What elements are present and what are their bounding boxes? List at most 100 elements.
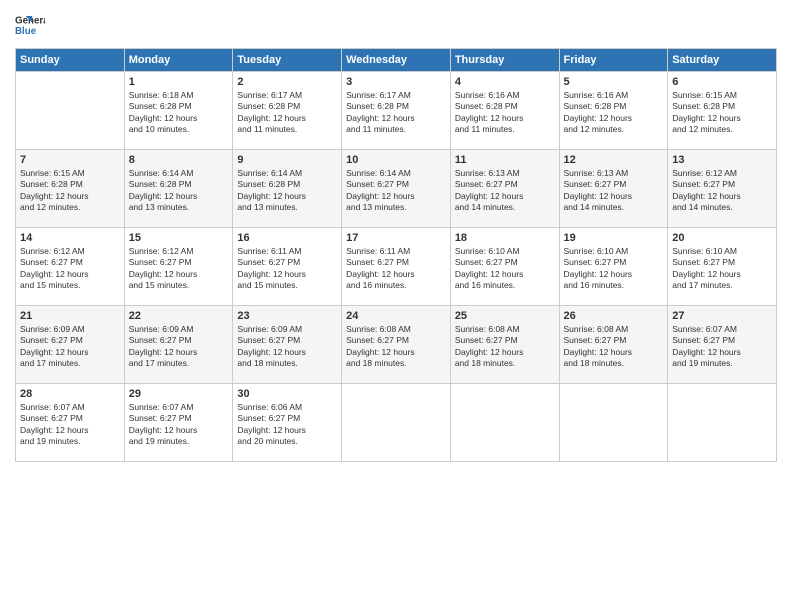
day-number: 5 — [564, 76, 664, 88]
calendar-cell: 23 Sunrise: 6:09 AM Sunset: 6:27 PM Dayli… — [233, 306, 342, 384]
day-info: Sunrise: 6:10 AM Sunset: 6:27 PM Dayligh… — [672, 246, 772, 292]
weekday-header-tuesday: Tuesday — [233, 49, 342, 72]
calendar-cell: 8 Sunrise: 6:14 AM Sunset: 6:28 PM Daylig… — [124, 150, 233, 228]
day-info: Sunrise: 6:14 AM Sunset: 6:28 PM Dayligh… — [237, 168, 337, 214]
general-blue-logo-icon: General Blue — [15, 10, 45, 40]
day-number: 26 — [564, 310, 664, 322]
calendar-cell: 30 Sunrise: 6:06 AM Sunset: 6:27 PM Dayli… — [233, 384, 342, 462]
calendar-cell — [342, 384, 451, 462]
day-info: Sunrise: 6:07 AM Sunset: 6:27 PM Dayligh… — [20, 402, 120, 448]
svg-text:Blue: Blue — [15, 26, 37, 37]
day-info: Sunrise: 6:10 AM Sunset: 6:27 PM Dayligh… — [564, 246, 664, 292]
calendar-cell: 26 Sunrise: 6:08 AM Sunset: 6:27 PM Dayli… — [559, 306, 668, 384]
day-number: 9 — [237, 154, 337, 166]
day-number: 27 — [672, 310, 772, 322]
day-number: 19 — [564, 232, 664, 244]
calendar-cell: 14Sunrise: 6:12 AM Sunset: 6:27 PM Dayli… — [16, 228, 125, 306]
day-number: 3 — [346, 76, 446, 88]
week-row-2: 7Sunrise: 6:15 AM Sunset: 6:28 PM Daylig… — [16, 150, 777, 228]
day-number: 15 — [129, 232, 229, 244]
day-info: Sunrise: 6:09 AM Sunset: 6:27 PM Dayligh… — [129, 324, 229, 370]
weekday-header-sunday: Sunday — [16, 49, 125, 72]
day-number: 16 — [237, 232, 337, 244]
day-info: Sunrise: 6:17 AM Sunset: 6:28 PM Dayligh… — [237, 90, 337, 136]
day-info: Sunrise: 6:15 AM Sunset: 6:28 PM Dayligh… — [20, 168, 120, 214]
day-info: Sunrise: 6:09 AM Sunset: 6:27 PM Dayligh… — [20, 324, 120, 370]
day-info: Sunrise: 6:16 AM Sunset: 6:28 PM Dayligh… — [564, 90, 664, 136]
day-number: 24 — [346, 310, 446, 322]
calendar-cell: 6Sunrise: 6:15 AM Sunset: 6:28 PM Daylig… — [668, 72, 777, 150]
day-info: Sunrise: 6:12 AM Sunset: 6:27 PM Dayligh… — [672, 168, 772, 214]
day-info: Sunrise: 6:17 AM Sunset: 6:28 PM Dayligh… — [346, 90, 446, 136]
day-info: Sunrise: 6:07 AM Sunset: 6:27 PM Dayligh… — [672, 324, 772, 370]
weekday-header-wednesday: Wednesday — [342, 49, 451, 72]
day-info: Sunrise: 6:18 AM Sunset: 6:28 PM Dayligh… — [129, 90, 229, 136]
page: General Blue SundayMondayTuesdayWednesda… — [0, 0, 792, 612]
day-number: 18 — [455, 232, 555, 244]
calendar-cell: 21 Sunrise: 6:09 AM Sunset: 6:27 PM Dayli… — [16, 306, 125, 384]
day-number: 30 — [237, 388, 337, 400]
calendar-cell: 11 Sunrise: 6:13 AM Sunset: 6:27 PM Dayli… — [450, 150, 559, 228]
day-info: Sunrise: 6:13 AM Sunset: 6:27 PM Dayligh… — [455, 168, 555, 214]
weekday-header-friday: Friday — [559, 49, 668, 72]
day-info: Sunrise: 6:12 AM Sunset: 6:27 PM Dayligh… — [129, 246, 229, 292]
day-info: Sunrise: 6:06 AM Sunset: 6:27 PM Dayligh… — [237, 402, 337, 448]
calendar-cell: 17 Sunrise: 6:11 AM Sunset: 6:27 PM Dayli… — [342, 228, 451, 306]
calendar-cell — [668, 384, 777, 462]
header: General Blue — [15, 10, 777, 40]
calendar-table: SundayMondayTuesdayWednesdayThursdayFrid… — [15, 48, 777, 462]
day-info: Sunrise: 6:11 AM Sunset: 6:27 PM Dayligh… — [346, 246, 446, 292]
day-info: Sunrise: 6:14 AM Sunset: 6:27 PM Dayligh… — [346, 168, 446, 214]
calendar-cell: 10 Sunrise: 6:14 AM Sunset: 6:27 PM Dayli… — [342, 150, 451, 228]
day-info: Sunrise: 6:13 AM Sunset: 6:27 PM Dayligh… — [564, 168, 664, 214]
day-number: 4 — [455, 76, 555, 88]
calendar-cell: 9 Sunrise: 6:14 AM Sunset: 6:28 PM Daylig… — [233, 150, 342, 228]
day-info: Sunrise: 6:10 AM Sunset: 6:27 PM Dayligh… — [455, 246, 555, 292]
day-info: Sunrise: 6:09 AM Sunset: 6:27 PM Dayligh… — [237, 324, 337, 370]
day-number: 21 — [20, 310, 120, 322]
calendar-cell: 25 Sunrise: 6:08 AM Sunset: 6:27 PM Dayli… — [450, 306, 559, 384]
calendar-cell: 29Sunrise: 6:07 AM Sunset: 6:27 PM Dayli… — [124, 384, 233, 462]
calendar-cell: 18 Sunrise: 6:10 AM Sunset: 6:27 PM Dayli… — [450, 228, 559, 306]
weekday-header-monday: Monday — [124, 49, 233, 72]
calendar-cell: 22 Sunrise: 6:09 AM Sunset: 6:27 PM Dayli… — [124, 306, 233, 384]
calendar-cell: 28Sunrise: 6:07 AM Sunset: 6:27 PM Dayli… — [16, 384, 125, 462]
day-info: Sunrise: 6:08 AM Sunset: 6:27 PM Dayligh… — [564, 324, 664, 370]
day-info: Sunrise: 6:16 AM Sunset: 6:28 PM Dayligh… — [455, 90, 555, 136]
week-row-3: 14 Sunrise: 6:12 AM Sunset: 6:27 PM Dayli… — [16, 228, 777, 306]
week-row-1: 1Sunrise: 6:18 AM Sunset: 6:28 PM Daylig… — [16, 72, 777, 150]
calendar-cell: 1Sunrise: 6:18 AM Sunset: 6:28 PM Daylig… — [124, 72, 233, 150]
day-info: Sunrise: 6:15 AM Sunset: 6:28 PM Dayligh… — [672, 90, 772, 136]
calendar-cell: 3 Sunrise: 6:17 AM Sunset: 6:28 PM Daylig… — [342, 72, 451, 150]
calendar-cell: 20 Sunrise: 6:10 AM Sunset: 6:27 PM Dayli… — [668, 228, 777, 306]
day-info: Sunrise: 6:08 AM Sunset: 6:27 PM Dayligh… — [455, 324, 555, 370]
day-number: 20 — [672, 232, 772, 244]
calendar-cell: 19 Sunrise: 6:10 AM Sunset: 6:27 PM Dayli… — [559, 228, 668, 306]
weekday-header-row: SundayMondayTuesdayWednesdayThursdayFrid… — [16, 49, 777, 72]
week-row-5: 28Sunrise: 6:07 AM Sunset: 6:27 PM Dayli… — [16, 384, 777, 462]
week-row-4: 21 Sunrise: 6:09 AM Sunset: 6:27 PM Dayli… — [16, 306, 777, 384]
day-number: 23 — [237, 310, 337, 322]
calendar-cell: 15 Sunrise: 6:12 AM Sunset: 6:27 PM Dayli… — [124, 228, 233, 306]
day-number: 14 — [20, 232, 120, 244]
day-info: Sunrise: 6:11 AM Sunset: 6:27 PM Dayligh… — [237, 246, 337, 292]
day-number: 10 — [346, 154, 446, 166]
day-number: 22 — [129, 310, 229, 322]
day-number: 8 — [129, 154, 229, 166]
calendar-cell: 13Sunrise: 6:12 AM Sunset: 6:27 PM Dayli… — [668, 150, 777, 228]
day-number: 25 — [455, 310, 555, 322]
day-info: Sunrise: 6:08 AM Sunset: 6:27 PM Dayligh… — [346, 324, 446, 370]
calendar-cell — [16, 72, 125, 150]
day-info: Sunrise: 6:14 AM Sunset: 6:28 PM Dayligh… — [129, 168, 229, 214]
day-number: 12 — [564, 154, 664, 166]
calendar-cell: 12 Sunrise: 6:13 AM Sunset: 6:27 PM Dayli… — [559, 150, 668, 228]
calendar-cell — [450, 384, 559, 462]
day-number: 17 — [346, 232, 446, 244]
day-number: 11 — [455, 154, 555, 166]
calendar-cell: 7Sunrise: 6:15 AM Sunset: 6:28 PM Daylig… — [16, 150, 125, 228]
calendar-cell: 27 Sunrise: 6:07 AM Sunset: 6:27 PM Dayli… — [668, 306, 777, 384]
logo: General Blue — [15, 10, 49, 40]
weekday-header-thursday: Thursday — [450, 49, 559, 72]
day-info: Sunrise: 6:07 AM Sunset: 6:27 PM Dayligh… — [129, 402, 229, 448]
calendar-cell: 24 Sunrise: 6:08 AM Sunset: 6:27 PM Dayli… — [342, 306, 451, 384]
